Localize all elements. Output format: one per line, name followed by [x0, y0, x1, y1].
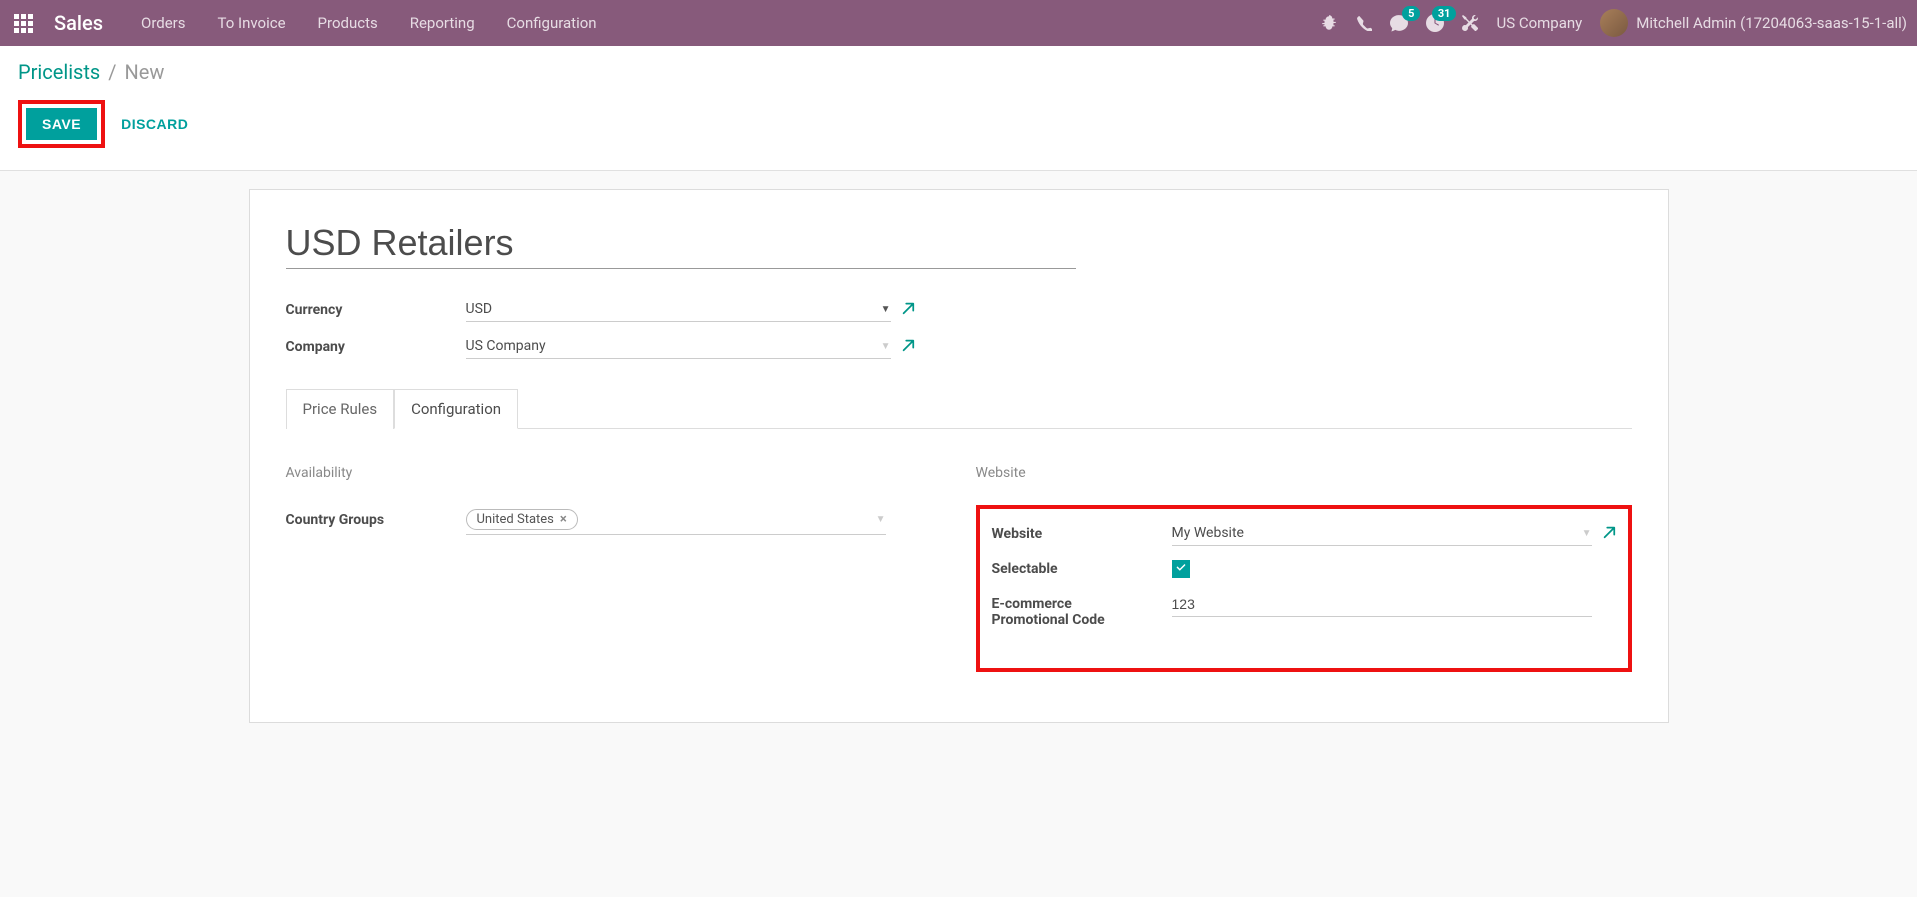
nav-to-invoice[interactable]: To Invoice — [218, 14, 286, 32]
currency-value: USD — [466, 301, 881, 317]
company-select[interactable]: US Company ▼ — [466, 334, 891, 359]
nav-reporting[interactable]: Reporting — [410, 14, 475, 32]
tabs: Price Rules Configuration — [286, 389, 1632, 429]
top-navbar: Sales Orders To Invoice Products Reporti… — [0, 0, 1917, 46]
selectable-label: Selectable — [992, 561, 1172, 577]
chevron-down-icon: ▼ — [876, 514, 886, 525]
breadcrumb-separator: / — [108, 60, 116, 84]
currency-select[interactable]: USD ▼ — [466, 297, 891, 322]
nav-configuration[interactable]: Configuration — [507, 14, 597, 32]
website-external-link-icon[interactable] — [1602, 525, 1616, 543]
currency-label: Currency — [286, 302, 466, 318]
website-field-label: Website — [992, 526, 1172, 542]
company-external-link-icon[interactable] — [901, 338, 915, 356]
messages-badge: 5 — [1402, 6, 1420, 21]
bug-icon[interactable] — [1320, 14, 1338, 32]
currency-external-link-icon[interactable] — [901, 301, 915, 319]
country-groups-input[interactable]: United States × ▼ — [466, 505, 886, 535]
website-highlight-box: Website My Website ▼ — [976, 505, 1632, 672]
save-button[interactable]: Save — [26, 108, 97, 140]
country-groups-label: Country Groups — [286, 512, 466, 528]
country-tag-remove-icon[interactable]: × — [560, 512, 567, 527]
form-sheet: Currency USD ▼ Company US Company ▼ — [249, 189, 1669, 723]
app-title[interactable]: Sales — [54, 11, 103, 35]
company-label: Company — [286, 339, 466, 355]
tab-configuration[interactable]: Configuration — [394, 389, 518, 429]
selectable-checkbox[interactable] — [1172, 560, 1190, 578]
save-highlight-box: Save — [18, 100, 105, 148]
country-tag-text: United States — [477, 512, 554, 527]
phone-icon[interactable] — [1356, 15, 1372, 31]
avatar — [1600, 9, 1628, 37]
breadcrumb: Pricelists / New — [18, 60, 1899, 84]
user-name: Mitchell Admin (17204063-saas-15-1-all) — [1636, 14, 1907, 32]
breadcrumb-pricelists[interactable]: Pricelists — [18, 60, 100, 84]
apps-menu-icon[interactable] — [10, 10, 36, 36]
tools-icon[interactable] — [1462, 15, 1478, 31]
nav-products[interactable]: Products — [318, 14, 378, 32]
website-select[interactable]: My Website ▼ — [1172, 521, 1592, 546]
activity-badge: 31 — [1432, 6, 1457, 21]
country-tag: United States × — [466, 509, 578, 530]
website-section-title: Website — [976, 465, 1632, 481]
company-value: US Company — [466, 338, 881, 354]
chevron-down-icon: ▼ — [1582, 528, 1592, 539]
website-value: My Website — [1172, 525, 1582, 541]
ecommerce-code-label: E-commerce Promotional Code — [992, 592, 1172, 628]
messages-icon[interactable]: 5 — [1390, 14, 1408, 32]
pricelist-name-input[interactable] — [286, 218, 1076, 269]
breadcrumb-current: New — [125, 60, 165, 84]
activity-icon[interactable]: 31 — [1426, 14, 1444, 32]
availability-section-title: Availability — [286, 465, 916, 481]
discard-button[interactable]: Discard — [121, 116, 188, 132]
user-menu[interactable]: Mitchell Admin (17204063-saas-15-1-all) — [1600, 9, 1907, 37]
ecommerce-code-input[interactable] — [1172, 592, 1592, 617]
chevron-down-icon: ▼ — [881, 341, 891, 352]
nav-orders[interactable]: Orders — [141, 14, 186, 32]
company-switcher[interactable]: US Company — [1496, 14, 1582, 32]
chevron-down-icon: ▼ — [881, 304, 891, 315]
tab-price-rules[interactable]: Price Rules — [286, 389, 395, 429]
control-panel: Pricelists / New Save Discard — [0, 46, 1917, 171]
